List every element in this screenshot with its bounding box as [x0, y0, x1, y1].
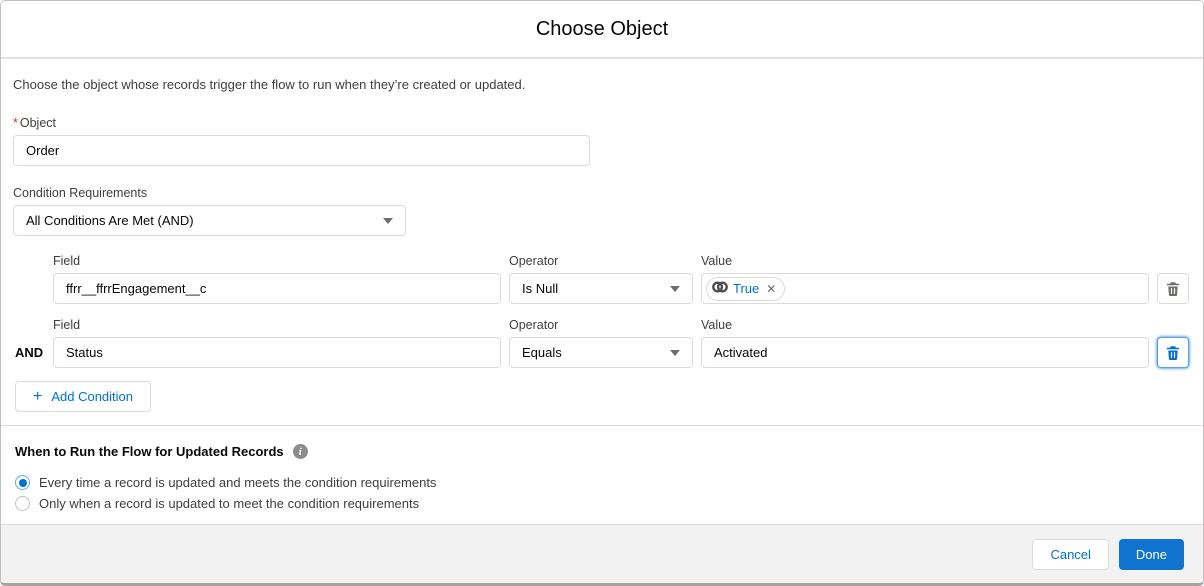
radio-unselected-icon[interactable] — [15, 496, 30, 511]
when-to-run-options: Every time a record is updated and meets… — [15, 472, 1191, 514]
logic-and-label: AND — [15, 345, 44, 360]
value-pill[interactable]: True ✕ — [706, 276, 786, 301]
object-field-group: * Object — [13, 116, 1191, 166]
condition-2-field-cell: Field — [53, 318, 501, 368]
pill-remove-icon[interactable]: ✕ — [764, 283, 776, 295]
condition-2-value-cell: Value — [701, 318, 1149, 368]
chevron-down-icon — [383, 217, 393, 224]
operator-column-label: Operator — [509, 254, 559, 268]
done-button[interactable]: Done — [1118, 538, 1184, 570]
when-to-run-heading-text: When to Run the Flow for Updated Records — [15, 444, 284, 459]
condition-1-field-input[interactable] — [53, 273, 501, 304]
condition-2-operator-select[interactable]: Equals — [509, 337, 693, 368]
condition-requirements-group: Condition Requirements All Conditions Ar… — [13, 186, 1191, 236]
condition-2-field-input[interactable] — [53, 337, 501, 368]
dialog-body: Choose the object whose records trigger … — [1, 59, 1203, 524]
plus-icon: + — [33, 387, 43, 405]
trash-icon — [1166, 345, 1180, 360]
radio-option-every-time[interactable]: Every time a record is updated and meets… — [15, 472, 1191, 493]
info-icon[interactable]: i — [292, 444, 308, 459]
radio-selected-icon[interactable] — [15, 475, 30, 490]
field-column-label: Field — [53, 254, 81, 268]
choose-object-dialog: Choose Object Choose the object whose re… — [0, 0, 1204, 586]
when-to-run-heading: When to Run the Flow for Updated Records… — [15, 444, 1191, 459]
add-condition-label: Add Condition — [51, 389, 134, 404]
condition-1-operator-value: Is Null — [522, 281, 559, 296]
condition-1-delete-cell — [1157, 273, 1189, 304]
condition-rows: Field Operator Is Null Value — [13, 254, 1191, 368]
dialog-description: Choose the object whose records trigger … — [13, 77, 526, 92]
condition-1-value-input[interactable]: True ✕ — [701, 273, 1149, 304]
condition-2-operator-cell: Operator Equals — [509, 318, 693, 368]
value-column-label: Value — [701, 254, 733, 268]
condition-1-value-cell: Value True ✕ — [701, 254, 1149, 304]
value-column-label: Value — [701, 318, 733, 332]
condition-requirements-value: All Conditions Are Met (AND) — [26, 213, 194, 228]
radio-option-only-when[interactable]: Only when a record is updated to meet th… — [15, 493, 1191, 514]
object-field-label: * Object — [13, 116, 1191, 130]
radio-option-label: Only when a record is updated to meet th… — [39, 496, 420, 511]
field-column-label: Field — [53, 318, 81, 332]
trash-icon — [1166, 281, 1180, 296]
condition-2-delete-button[interactable] — [1157, 337, 1189, 368]
condition-row-1: Field Operator Is Null Value — [53, 254, 1191, 304]
chevron-down-icon — [670, 349, 680, 356]
condition-requirements-select[interactable]: All Conditions Are Met (AND) — [13, 205, 406, 236]
object-label-text: Object — [19, 116, 57, 130]
object-input[interactable] — [13, 135, 590, 166]
condition-1-operator-cell: Operator Is Null — [509, 254, 693, 304]
cancel-button[interactable]: Cancel — [1032, 538, 1109, 570]
section-divider — [1, 425, 1203, 426]
condition-1-operator-select[interactable]: Is Null — [509, 273, 693, 304]
pill-value-text: True — [733, 281, 760, 296]
radio-option-label: Every time a record is updated and meets… — [39, 475, 437, 490]
condition-1-delete-button[interactable] — [1157, 273, 1189, 304]
add-condition-button[interactable]: + Add Condition — [15, 381, 152, 412]
required-asterisk: * — [13, 116, 18, 130]
condition-2-value-input[interactable] — [701, 337, 1149, 368]
dialog-title: Choose Object — [535, 17, 669, 40]
operator-column-label: Operator — [509, 318, 559, 332]
dialog-footer: Cancel Done — [1, 524, 1203, 583]
condition-2-operator-value: Equals — [522, 345, 562, 360]
condition-1-field-cell: Field — [53, 254, 501, 304]
chevron-down-icon — [670, 285, 680, 292]
dialog-header: Choose Object — [1, 1, 1203, 59]
condition-2-delete-cell — [1157, 337, 1189, 368]
boolean-type-icon — [712, 279, 728, 298]
condition-row-2: AND Field Operator Equals Value — [15, 318, 1191, 368]
condition-requirements-label: Condition Requirements — [13, 186, 148, 200]
